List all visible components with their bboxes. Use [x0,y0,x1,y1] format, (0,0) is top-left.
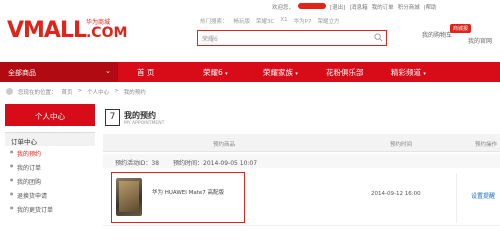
sidebar-item-my-appointment[interactable]: 我的预约 [5,146,95,160]
hot-word[interactable]: 荣耀3C [256,17,274,25]
top-bar: 欢迎您， [退出] |消息箱 我的订单 积分商城 |帮助 [0,0,500,13]
mall-badge: 商城报 [450,24,472,33]
welcome-text: 欢迎您， [272,5,295,11]
hot-word[interactable]: 荣耀立方 [317,17,339,25]
appointment-time: 2014-09-12 16:00 [371,191,421,197]
sidebar: 个人中心 订单中心 我的预约 我的订单 我的团购 退换货申请 我的更货订单 [5,104,95,216]
my-orders-link[interactable]: 我的订单 [372,3,394,11]
product-image[interactable] [116,178,142,216]
breadcrumb: 您现在的位置： 首页 > 个人中心 > 我的预约 [6,88,146,96]
chevron-down-icon: ⌄ [105,67,111,75]
my-site-link[interactable]: 我的官网 [468,36,492,45]
page-title: 我的预约 [124,111,156,120]
activity-id: 预约活动ID：38 [115,160,160,167]
row-info: 预约活动ID：38 预约时间：2014-09-05 10:07 [103,154,500,168]
cart-link[interactable]: 我的购物车 [422,30,452,39]
crumb-current: 我的预约 [123,90,146,96]
crumb-personal[interactable]: 个人中心 [87,88,109,96]
search-icon[interactable] [374,33,383,42]
logo-cn-text: 华为商城 [86,19,111,26]
hot-word[interactable]: 华为P7 [294,17,312,25]
help-link[interactable]: |帮助 [424,3,437,11]
chevron-down-icon: ▾ [423,71,426,77]
appointment-time-label: 预约时间：2014-09-05 10:07 [173,160,258,167]
product-name[interactable]: 华为 HUAWEI Mate7 高配版 [152,188,224,196]
hot-word[interactable]: 畅玩版 [234,17,251,25]
main-nav: 全部商品 ⌄ 首 页 荣耀6 ▾ 荣耀家族 ▾ 花粉俱乐部 精彩频道 ▾ [0,62,500,82]
hot-word[interactable]: X1 [280,17,287,25]
calendar-icon: 7 [105,109,120,126]
nav-item-home[interactable]: 首 页 [137,67,154,78]
col-action: 预约操作 [475,142,498,148]
crumb-home[interactable]: 首页 [62,88,73,96]
set-reminder-link[interactable]: 设置提醒 [471,191,495,200]
sidebar-item-returns[interactable]: 退换货申请 [5,188,95,202]
page-subtitle: MY APPOINTMENT [124,121,165,126]
col-time: 预约时间 [390,142,413,148]
table-header: 预约商品 预约时间 预约操作 [103,134,500,152]
all-products-menu[interactable]: 全部商品 ⌄ [0,62,118,82]
points-mall-link[interactable]: 积分商城 [398,3,420,11]
sidebar-item-more-orders[interactable]: 我的更货订单 [5,202,95,216]
personal-center-heading[interactable]: 个人中心 [5,104,95,126]
message-box-link[interactable]: |消息箱 [349,3,367,11]
sidebar-item-my-orders[interactable]: 我的订单 [5,160,95,174]
username-badge[interactable] [298,3,327,9]
nav-item-honor6[interactable]: 荣耀6 ▾ [203,67,228,78]
order-center-group: 订单中心 [5,132,95,146]
hot-search: 热门搜索： 畅玩版 荣耀3C X1 华为P7 荣耀立方 [200,17,340,25]
sidebar-item-group-buy[interactable]: 我的团购 [5,174,95,188]
nav-item-channels[interactable]: 精彩频道 ▾ [391,67,426,78]
nav-item-fans-club[interactable]: 花粉俱乐部 [326,67,364,78]
col-product: 预约商品 [213,142,236,148]
chevron-down-icon: ▾ [295,71,298,77]
chevron-down-icon: ▾ [225,71,228,77]
search-input[interactable]: 荣耀6 [197,30,387,46]
logout-link[interactable]: [退出] [330,3,345,11]
nav-item-honor-family[interactable]: 荣耀家族 ▾ [263,67,298,78]
product-cell[interactable]: 华为 HUAWEI Mate7 高配版 [111,172,245,223]
home-icon [6,88,13,95]
